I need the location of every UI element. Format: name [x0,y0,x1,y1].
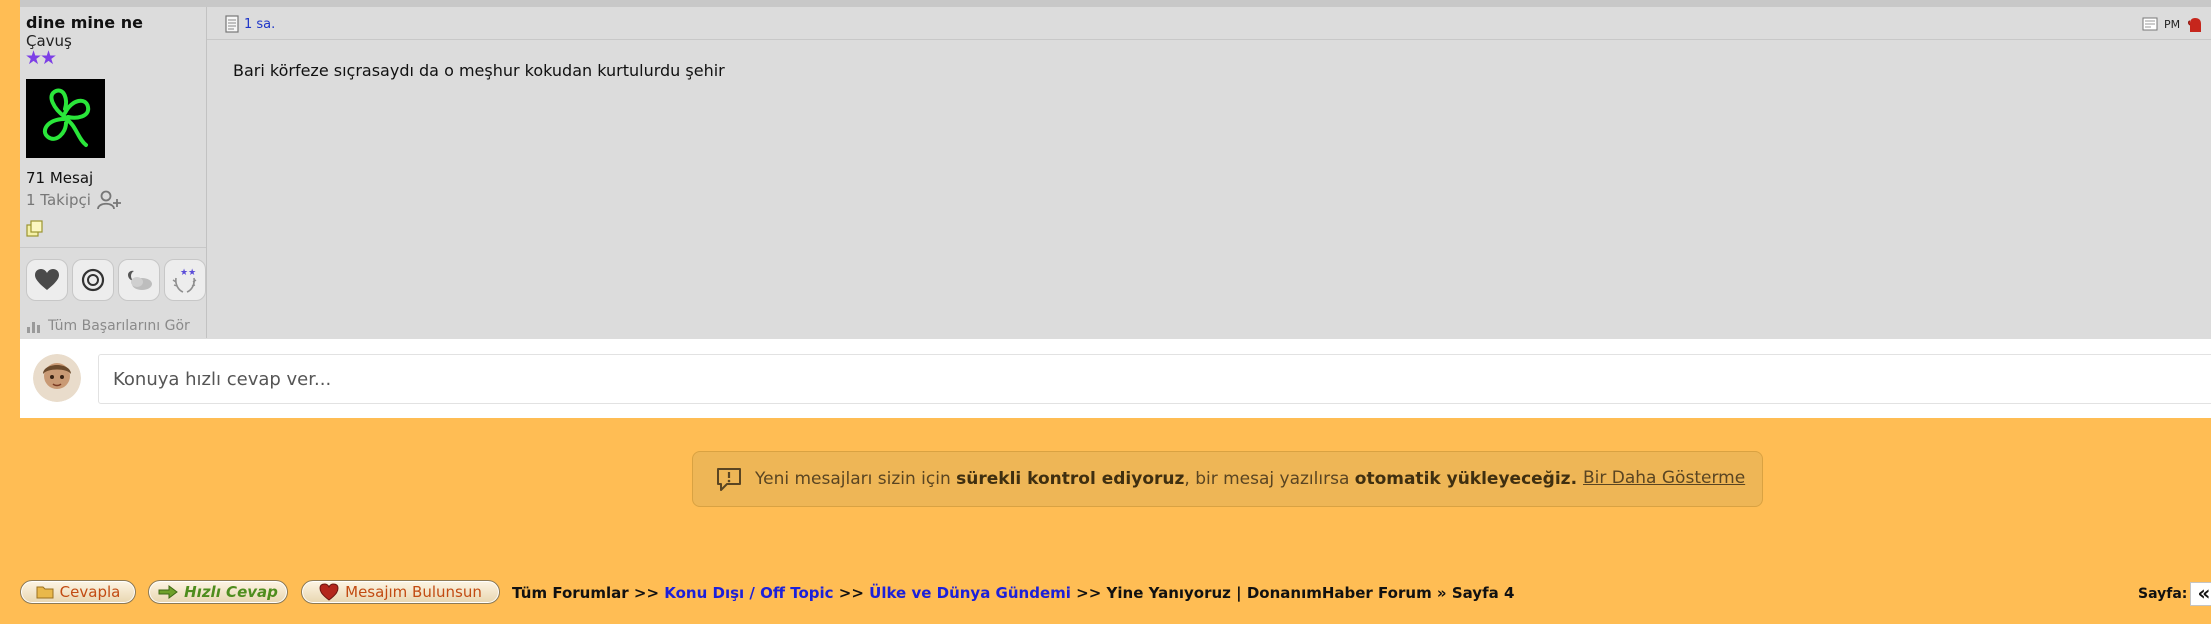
post-permalink[interactable]: 1 sa. [225,15,275,33]
breadcrumb-current: Yine Yanıyoruz | DonanımHaber Forum » Sa… [1106,584,1515,602]
svg-text:★★: ★★ [180,268,196,278]
mention-badge-icon[interactable] [72,259,114,301]
quick-reply-input[interactable] [98,354,2211,404]
quick-reply-button[interactable]: Hızlı Cevap [148,580,288,604]
user-column-divider [20,247,206,248]
notice-bold-a: sürekli kontrol ediyoruz [956,469,1185,489]
all-achievements-link[interactable]: Tüm Başarılarını Gör [26,318,190,334]
bar-chart-icon [27,322,40,333]
post-author-name[interactable]: dine mine ne [26,13,143,32]
arrow-right-icon [158,585,178,599]
notice-text-b: , bir mesaj yazılırsa [1184,469,1355,489]
pagination-label: Sayfa: [2138,586,2188,602]
notice-text: Yeni mesajları sizin için sürekli kontro… [755,469,1577,489]
current-user-avatar[interactable] [33,354,81,402]
laurel-stars-badge-icon[interactable]: ★★ [164,259,206,301]
folder-icon [36,586,54,599]
bottom-toolbar: Cevapla Hızlı Cevap Mesajım Bulunsun Tüm… [20,580,2211,610]
post-time: 1 sa. [244,16,276,32]
post-body: Bari körfeze sıçrasaydı da o meşhur koku… [233,61,725,80]
night-cloud-badge-icon[interactable] [118,259,160,301]
breadcrumb-root[interactable]: Tüm Forumlar [512,584,629,602]
breadcrumb-country-world[interactable]: Ülke ve Dünya Gündemi [869,584,1071,602]
heart-badge-icon[interactable] [26,259,68,301]
achievement-badges: ★★ [26,259,206,301]
alert-message-icon [717,468,741,491]
breadcrumb-separator: >> [1076,584,1102,602]
user-avatar[interactable] [26,79,105,158]
rank-stars-icon: ★★ [25,47,57,69]
reply-button-label: Cevapla [59,583,121,601]
all-achievements-label: Tüm Başarılarını Gör [48,318,190,334]
dismiss-notice-link[interactable]: Bir Daha Gösterme [1583,468,1745,488]
quick-reply-button-label: Hızlı Cevap [184,583,278,601]
breadcrumb: Tüm Forumlar >> Konu Dışı / Off Topic >>… [512,584,1514,602]
followers: 1 Takipçi [26,190,123,210]
copy-profile-icon[interactable] [26,220,44,238]
quick-reply-bar [20,339,2211,418]
breadcrumb-separator: >> [633,584,660,602]
pm-icon[interactable] [2142,17,2158,31]
post-top-divider [20,0,2211,7]
post-actions: PM [2142,15,2211,33]
breadcrumb-separator: >> [838,584,864,602]
reply-button[interactable]: Cevapla [20,580,136,604]
message-count[interactable]: 71 Mesaj [26,169,93,187]
find-my-post-button[interactable]: Mesajım Bulunsun [301,580,500,604]
follow-user-icon[interactable] [97,190,123,210]
post-container: dine mine ne Çavuş ★★ 71 Mesaj 1 Takipçi [20,0,2211,418]
notice-bold-b: otomatik yükleyeceğiz. [1354,469,1578,489]
user-info-column: dine mine ne Çavuş ★★ 71 Mesaj 1 Takipçi [20,7,207,338]
notice-text-a: Yeni mesajları sizin için [755,469,957,489]
followers-count[interactable]: 1 Takipçi [26,191,91,209]
document-icon [225,15,239,33]
pm-label[interactable]: PM [2164,18,2180,31]
breadcrumb-off-topic[interactable]: Konu Dışı / Off Topic [664,584,833,602]
first-page-button[interactable]: « [2190,582,2211,606]
report-glove-icon[interactable] [2186,15,2204,33]
find-my-post-label: Mesajım Bulunsun [345,583,482,601]
live-update-notice: Yeni mesajları sizin için sürekli kontro… [692,451,1763,507]
heart-icon [319,583,339,601]
post-header: 1 sa. PM [207,7,2211,40]
